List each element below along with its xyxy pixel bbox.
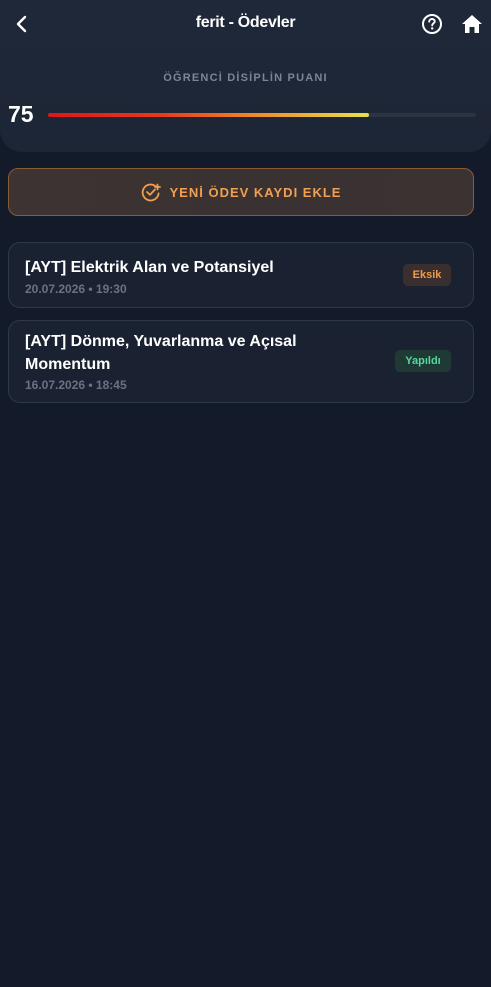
status-badge: Yapıldı (395, 350, 451, 372)
assignment-title: [AYT] Dönme, Yuvarlanma ve Açısal Moment… (25, 333, 297, 373)
help-button[interactable] (420, 12, 444, 36)
assignment-title: [AYT] Elektrik Alan ve Potansiyel (25, 259, 274, 276)
top-bar: ferit - Ödevler (0, 0, 491, 48)
discipline-score-label: ÖĞRENCİ DİSİPLİN PUANI (163, 72, 328, 84)
discipline-score-fill (48, 113, 369, 117)
home-icon (462, 15, 482, 33)
assignment-card[interactable]: [AYT] Dönme, Yuvarlanma ve Açısal Moment… (8, 320, 474, 403)
add-assignment-label: YENİ ÖDEV KAYDI EKLE (169, 184, 342, 200)
discipline-score-value: 75 (8, 101, 34, 127)
add-assignment-button[interactable]: YENİ ÖDEV KAYDI EKLE (8, 168, 474, 216)
page-title: ferit - Ödevler (195, 14, 296, 31)
assignment-card[interactable]: [AYT] Elektrik Alan ve Potansiyel 20.07.… (8, 242, 474, 308)
assignment-date: 16.07.2026 • 18:45 (25, 378, 127, 392)
help-circle-icon (422, 14, 442, 34)
home-button[interactable] (459, 12, 485, 36)
status-badge: Eksik (403, 264, 451, 286)
header-panel: ferit - Ödevler ÖĞRENCİ DİSİPLİN PUANI 7… (0, 0, 491, 152)
check-circle-plus-icon (141, 182, 161, 202)
discipline-score-bar (48, 113, 476, 117)
assignment-date: 20.07.2026 • 19:30 (25, 282, 127, 296)
